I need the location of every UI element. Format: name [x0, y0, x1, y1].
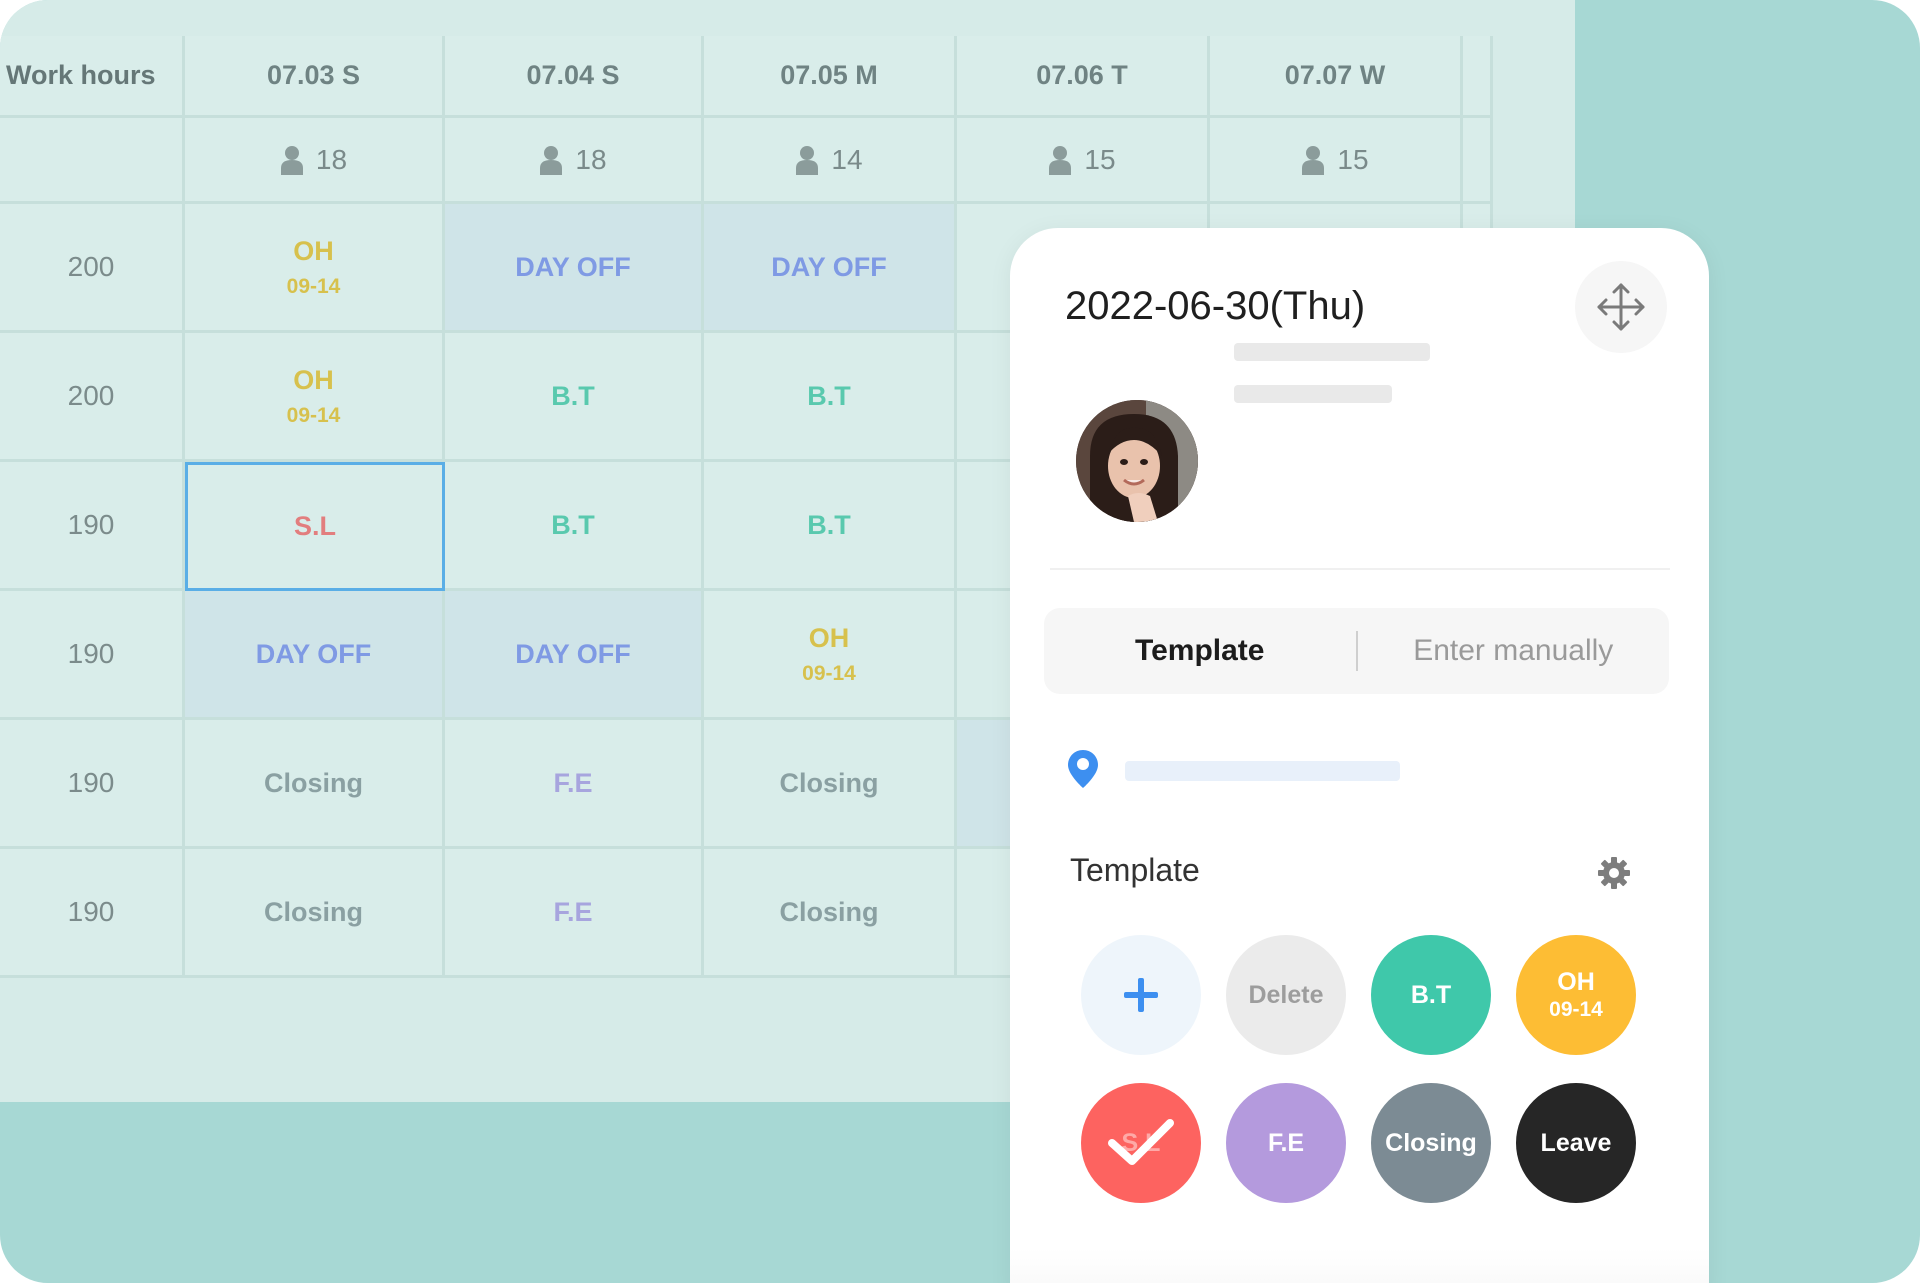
shift-label: DAY OFF — [255, 638, 372, 669]
staff-count: 18 — [185, 118, 445, 204]
shift-label: B.T — [551, 509, 595, 540]
shift-label: B.T — [807, 509, 851, 540]
screenshot-stage: Work hours 07.03 S 07.04 S 07.05 M 07.06… — [0, 0, 1920, 1283]
avatar-photo — [1076, 400, 1198, 522]
template-closing-button[interactable]: Closing — [1371, 1083, 1491, 1203]
header-date[interactable]: 07.06 T — [957, 36, 1210, 118]
template-bt-button[interactable]: B.T — [1371, 935, 1491, 1055]
person-icon — [796, 145, 819, 175]
shift-label: F.E — [553, 767, 593, 798]
header-date[interactable]: 07.07 W — [1210, 36, 1463, 118]
shift-cell[interactable]: DAY OFF — [445, 591, 704, 720]
work-hours-value: 190 — [0, 849, 185, 978]
shift-cell[interactable]: F.E — [445, 849, 704, 978]
shift-cell[interactable]: DAY OFF — [445, 204, 704, 333]
header-work-hours: Work hours — [0, 36, 185, 118]
work-hours-value: 190 — [0, 462, 185, 591]
shift-label: B.T — [807, 380, 851, 411]
header-date[interactable]: 07.05 M — [704, 36, 957, 118]
person-icon — [1049, 145, 1072, 175]
shift-time: 09-14 — [286, 403, 341, 427]
shift-cell[interactable]: B.T — [445, 462, 704, 591]
shift-label: OH — [293, 365, 334, 396]
staff-count: 14 — [704, 118, 957, 204]
staff-count: 18 — [445, 118, 704, 204]
shift-cell[interactable]: Closing — [704, 720, 957, 849]
staff-count: 15 — [957, 118, 1210, 204]
template-fe-button[interactable]: F.E — [1226, 1083, 1346, 1203]
divider — [1050, 568, 1670, 570]
shift-cell[interactable]: Closing — [185, 849, 445, 978]
shift-editor-panel: 2022-06-30(Thu) Template Enter manually … — [1010, 228, 1709, 1283]
shift-cell[interactable]: DAY OFF — [704, 204, 957, 333]
shift-label: DAY OFF — [515, 251, 631, 282]
name-placeholder — [1234, 343, 1430, 361]
work-hours-value: 190 — [0, 720, 185, 849]
count-row-label — [0, 118, 185, 204]
staff-count-value: 14 — [831, 143, 863, 175]
template-sl-button-selected[interactable]: S.L — [1081, 1083, 1201, 1203]
shift-time: 09-14 — [286, 274, 341, 298]
person-icon — [1302, 145, 1325, 175]
shift-cell-selected[interactable]: S.L — [185, 462, 445, 591]
tab-enter-manually[interactable]: Enter manually — [1358, 634, 1670, 668]
shift-label: B.T — [551, 380, 595, 411]
staff-count-value: 18 — [575, 143, 607, 175]
delete-button[interactable]: Delete — [1226, 935, 1346, 1055]
header-date[interactable]: 07.04 S — [445, 36, 704, 118]
template-oh-button[interactable]: OH 09-14 — [1516, 935, 1636, 1055]
shift-cell[interactable]: Closing — [704, 849, 957, 978]
panel-bottom-fade — [1010, 1248, 1709, 1283]
header-date[interactable]: 07.03 S — [185, 36, 445, 118]
staff-count: 15 — [1210, 118, 1463, 204]
shift-cell[interactable]: B.T — [445, 333, 704, 462]
shift-label: DAY OFF — [771, 251, 887, 282]
shift-cell[interactable]: B.T — [704, 333, 957, 462]
shift-cell[interactable]: Closing — [185, 720, 445, 849]
work-hours-value: 200 — [0, 333, 185, 462]
role-placeholder — [1234, 385, 1392, 403]
template-section-title: Template — [1070, 852, 1200, 888]
shift-cell[interactable]: OH 09-14 — [185, 204, 445, 333]
staff-count-value: 15 — [1337, 143, 1369, 175]
staff-count-value: 15 — [1084, 143, 1116, 175]
shift-label: S.L — [293, 511, 336, 542]
shift-label: Closing — [779, 896, 879, 927]
location-pin-icon — [1068, 750, 1098, 788]
shift-cell[interactable]: B.T — [704, 462, 957, 591]
shift-label: OH — [808, 623, 850, 654]
location-placeholder — [1125, 761, 1400, 781]
avatar — [1076, 400, 1198, 522]
shift-label: Closing — [779, 767, 879, 798]
shift-cell[interactable]: OH 09-14 — [704, 591, 957, 720]
work-hours-value: 190 — [0, 591, 185, 720]
tab-template[interactable]: Template — [1044, 634, 1356, 668]
move-handle-button[interactable] — [1575, 261, 1667, 353]
shift-time: 09-14 — [802, 661, 856, 685]
template-oh-time: 09-14 — [1549, 998, 1603, 1022]
shift-label: Closing — [264, 896, 363, 927]
shift-label: DAY OFF — [515, 638, 631, 669]
shift-label: F.E — [553, 896, 593, 927]
plus-icon — [1124, 978, 1158, 1012]
work-hours-value: 200 — [0, 204, 185, 333]
move-arrows-icon — [1597, 283, 1645, 331]
shift-label: OH — [293, 236, 334, 267]
grid-spacer — [1463, 118, 1493, 204]
shift-cell[interactable]: DAY OFF — [185, 591, 445, 720]
shift-cell[interactable]: F.E — [445, 720, 704, 849]
person-icon — [540, 145, 563, 175]
staff-count-value: 18 — [315, 143, 348, 175]
grid-spacer — [1463, 36, 1493, 118]
add-template-button[interactable] — [1081, 935, 1201, 1055]
template-oh-label: OH — [1557, 968, 1595, 997]
checkmark-icon — [1108, 1119, 1174, 1165]
input-mode-tabs: Template Enter manually — [1044, 608, 1669, 694]
template-leave-button[interactable]: Leave — [1516, 1083, 1636, 1203]
person-icon — [280, 145, 303, 175]
panel-date: 2022-06-30(Thu) — [1065, 284, 1366, 328]
gear-icon[interactable] — [1597, 856, 1631, 890]
shift-label: Closing — [264, 767, 363, 798]
shift-cell[interactable]: OH 09-14 — [185, 333, 445, 462]
